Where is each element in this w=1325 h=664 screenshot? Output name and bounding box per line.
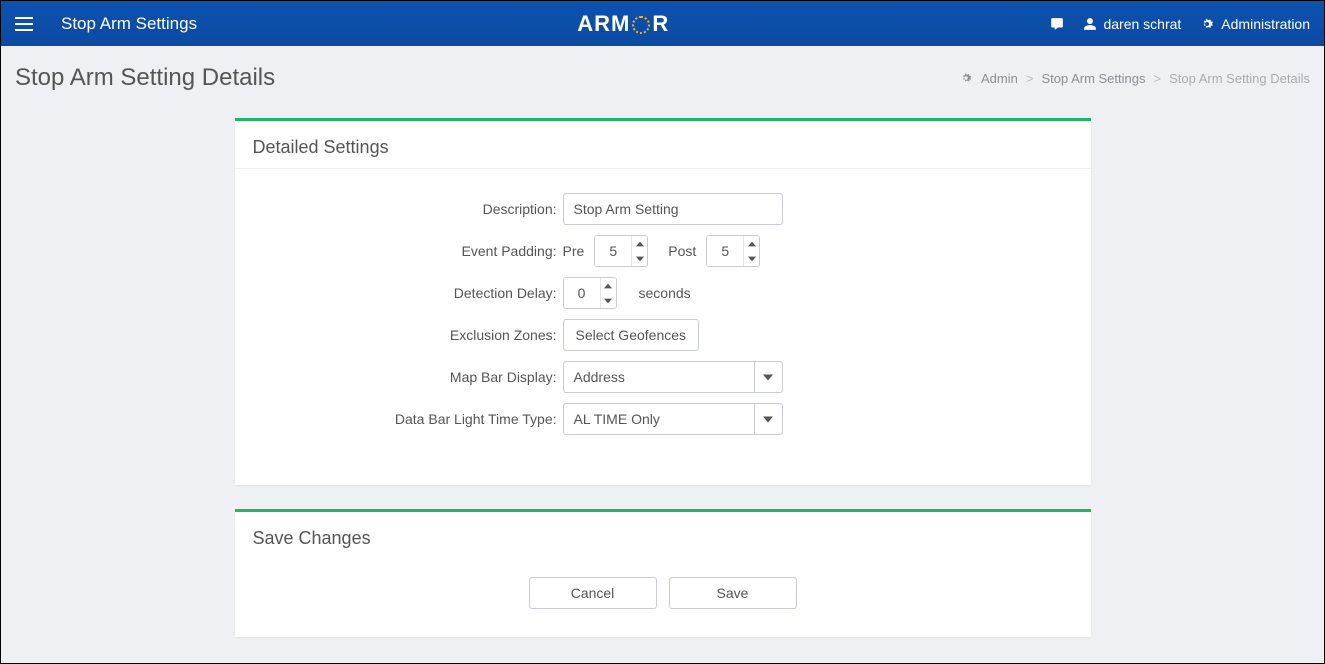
- nav-right: daren schrat Administration: [1049, 16, 1310, 32]
- label-map-bar-display: Map Bar Display:: [253, 369, 563, 385]
- action-buttons: Cancel Save: [253, 577, 1073, 609]
- pre-spinner: [594, 235, 648, 267]
- chevron-down-icon: [604, 298, 612, 304]
- save-button[interactable]: Save: [669, 577, 797, 609]
- chevron-down-icon: [636, 256, 644, 262]
- label-exclusion-zones: Exclusion Zones:: [253, 327, 563, 343]
- breadcrumb-stop-arm-settings[interactable]: Stop Arm Settings: [1041, 71, 1145, 86]
- label-description: Description:: [253, 201, 563, 217]
- post-input[interactable]: [707, 236, 743, 266]
- row-map-bar-display: Map Bar Display: Address: [253, 361, 1073, 393]
- data-bar-light-select[interactable]: AL TIME Only: [563, 403, 783, 435]
- data-bar-light-caret[interactable]: [754, 404, 782, 434]
- label-event-padding: Event Padding:: [253, 243, 563, 259]
- brand-logo: ARM R: [577, 11, 669, 37]
- select-geofences-button[interactable]: Select Geofences: [563, 319, 700, 351]
- label-seconds: seconds: [639, 285, 691, 301]
- map-bar-display-value: Address: [564, 362, 754, 392]
- detailed-settings-panel: Detailed Settings Description: Event Pad…: [235, 118, 1091, 485]
- breadcrumb-sep: >: [1026, 71, 1034, 86]
- delay-spinner: [563, 277, 617, 309]
- delay-down-button[interactable]: [601, 293, 616, 308]
- label-pre: Pre: [563, 243, 585, 259]
- top-navbar: Stop Arm Settings ARM R daren schrat Adm…: [0, 0, 1325, 46]
- nav-left: Stop Arm Settings: [15, 14, 197, 34]
- post-spinner: [706, 235, 760, 267]
- chevron-down-icon: [763, 416, 773, 423]
- nav-center: ARM R: [197, 11, 1049, 37]
- map-bar-display-select[interactable]: Address: [563, 361, 783, 393]
- detailed-settings-body: Description: Event Padding: Pre: [235, 169, 1091, 485]
- brand-o-icon: [632, 16, 650, 34]
- map-bar-display-caret[interactable]: [754, 362, 782, 392]
- administration-link[interactable]: Administration: [1199, 16, 1310, 32]
- save-changes-title: Save Changes: [235, 512, 1091, 559]
- detailed-settings-title: Detailed Settings: [235, 121, 1091, 169]
- save-changes-panel: Save Changes Cancel Save: [235, 509, 1091, 637]
- description-input[interactable]: [563, 193, 783, 225]
- page-body: Stop Arm Setting Details Admin > Stop Ar…: [0, 46, 1325, 664]
- data-bar-light-value: AL TIME Only: [564, 404, 754, 434]
- row-data-bar-light: Data Bar Light Time Type: AL TIME Only: [253, 403, 1073, 435]
- breadcrumb: Admin > Stop Arm Settings > Stop Arm Set…: [959, 71, 1310, 86]
- pre-down-button[interactable]: [632, 251, 647, 266]
- chevron-up-icon: [636, 241, 644, 247]
- save-changes-body: Cancel Save: [235, 559, 1091, 637]
- chevron-up-icon: [604, 283, 612, 289]
- administration-label: Administration: [1221, 16, 1310, 32]
- pre-input[interactable]: [595, 236, 631, 266]
- delay-input[interactable]: [564, 278, 600, 308]
- save-changes-wrap: Save Changes Cancel Save: [235, 509, 1091, 637]
- pre-up-button[interactable]: [632, 236, 647, 251]
- post-up-button[interactable]: [744, 236, 759, 251]
- detailed-settings-wrap: Detailed Settings Description: Event Pad…: [235, 118, 1091, 485]
- page-header: Stop Arm Setting Details Admin > Stop Ar…: [15, 64, 1310, 92]
- post-down-button[interactable]: [744, 251, 759, 266]
- row-event-padding: Event Padding: Pre Post: [253, 235, 1073, 267]
- label-post: Post: [668, 243, 696, 259]
- breadcrumb-sep: >: [1154, 71, 1162, 86]
- chevron-down-icon: [748, 256, 756, 262]
- breadcrumb-current: Stop Arm Setting Details: [1169, 71, 1310, 86]
- user-icon: [1083, 17, 1097, 31]
- chat-icon: [1049, 17, 1065, 31]
- delay-up-button[interactable]: [601, 278, 616, 293]
- cancel-button[interactable]: Cancel: [529, 577, 657, 609]
- breadcrumb-admin[interactable]: Admin: [981, 71, 1018, 86]
- chevron-down-icon: [763, 374, 773, 381]
- chevron-up-icon: [748, 241, 756, 247]
- label-detection-delay: Detection Delay:: [253, 285, 563, 301]
- nav-page-label: Stop Arm Settings: [61, 14, 197, 34]
- row-detection-delay: Detection Delay: seconds: [253, 277, 1073, 309]
- user-name: daren schrat: [1103, 16, 1181, 32]
- row-description: Description:: [253, 193, 1073, 225]
- chat-button[interactable]: [1049, 17, 1065, 31]
- brand-suffix: R: [652, 11, 669, 37]
- row-exclusion-zones: Exclusion Zones: Select Geofences: [253, 319, 1073, 351]
- gears-icon: [959, 71, 973, 85]
- menu-icon[interactable]: [15, 17, 33, 31]
- brand-prefix: ARM: [577, 11, 630, 37]
- user-menu[interactable]: daren schrat: [1083, 16, 1181, 32]
- page-title: Stop Arm Setting Details: [15, 64, 275, 92]
- gears-icon: [1199, 16, 1215, 32]
- label-data-bar-light: Data Bar Light Time Type:: [253, 411, 563, 427]
